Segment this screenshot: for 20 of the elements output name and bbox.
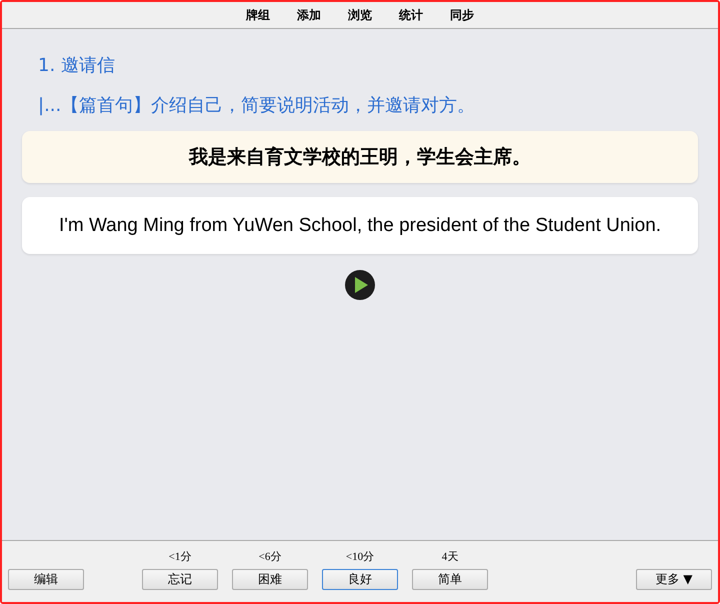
- interval-label: <10分: [346, 550, 374, 564]
- menu-item[interactable]: 统计: [399, 6, 423, 24]
- question-card: 我是来自育文学校的王明，学生会主席。: [22, 131, 698, 183]
- play-icon[interactable]: [345, 270, 375, 300]
- card-title: 1. 邀请信: [38, 54, 116, 77]
- menu-item[interactable]: 浏览: [348, 6, 372, 24]
- interval-label: <6分: [258, 550, 282, 564]
- more-button[interactable]: 更多 ▼: [636, 569, 712, 590]
- interval-label: 4天: [442, 550, 458, 564]
- answer-button[interactable]: 简单: [412, 569, 488, 590]
- answer-button[interactable]: 良好: [322, 569, 398, 590]
- menu-item[interactable]: 同步: [450, 6, 474, 24]
- edit-button[interactable]: 编辑: [8, 569, 84, 590]
- menu-item[interactable]: 添加: [297, 6, 321, 24]
- card-subtitle: |...【篇首句】介绍自己，简要说明活动，并邀请对方。: [38, 94, 476, 117]
- interval-label: <1分: [168, 550, 192, 564]
- answer-button[interactable]: 困难: [232, 569, 308, 590]
- answer-button[interactable]: 忘记: [142, 569, 218, 590]
- answer-card: I'm Wang Ming from YuWen School, the president of the Student Union.: [22, 197, 698, 254]
- menu-item[interactable]: 牌组: [246, 6, 270, 24]
